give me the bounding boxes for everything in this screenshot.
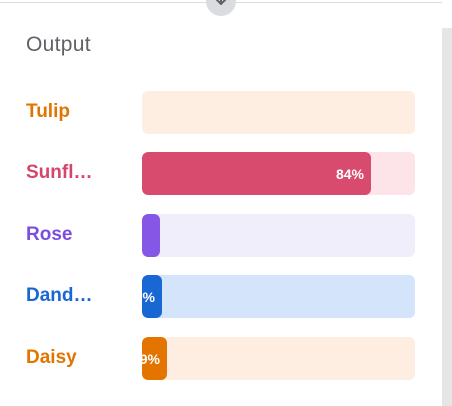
confidence-bar: 84% <box>142 152 371 195</box>
class-label: Dand… <box>26 285 93 306</box>
confidence-bar: 9% <box>142 337 167 380</box>
confidence-track: % <box>142 275 415 318</box>
prediction-row-4: Daisy 9% <box>0 337 442 380</box>
output-panel: Output Tulip Sunfl… 84% Rose Dand… % Dai… <box>0 0 452 406</box>
class-label: Sunfl… <box>26 162 93 183</box>
panel-title: Output <box>26 33 91 56</box>
arrow-down-icon <box>212 0 230 13</box>
confidence-percent: % <box>142 288 155 305</box>
class-label: Daisy <box>26 347 77 368</box>
prediction-row-0: Tulip <box>0 91 442 134</box>
confidence-track: 9% <box>142 337 415 380</box>
confidence-track <box>142 91 415 134</box>
confidence-bar: % <box>142 275 162 318</box>
prediction-row-3: Dand… % <box>0 275 442 318</box>
prediction-row-1: Sunfl… 84% <box>0 152 442 195</box>
confidence-track <box>142 214 415 257</box>
confidence-bar <box>142 214 160 257</box>
class-label: Tulip <box>26 101 70 122</box>
class-label: Rose <box>26 224 73 245</box>
scroll-down-button[interactable] <box>206 0 236 16</box>
confidence-percent: 84% <box>335 165 364 182</box>
scrollbar[interactable] <box>442 28 452 406</box>
confidence-percent: 9% <box>142 350 160 367</box>
confidence-track: 84% <box>142 152 415 195</box>
prediction-row-2: Rose <box>0 214 442 257</box>
